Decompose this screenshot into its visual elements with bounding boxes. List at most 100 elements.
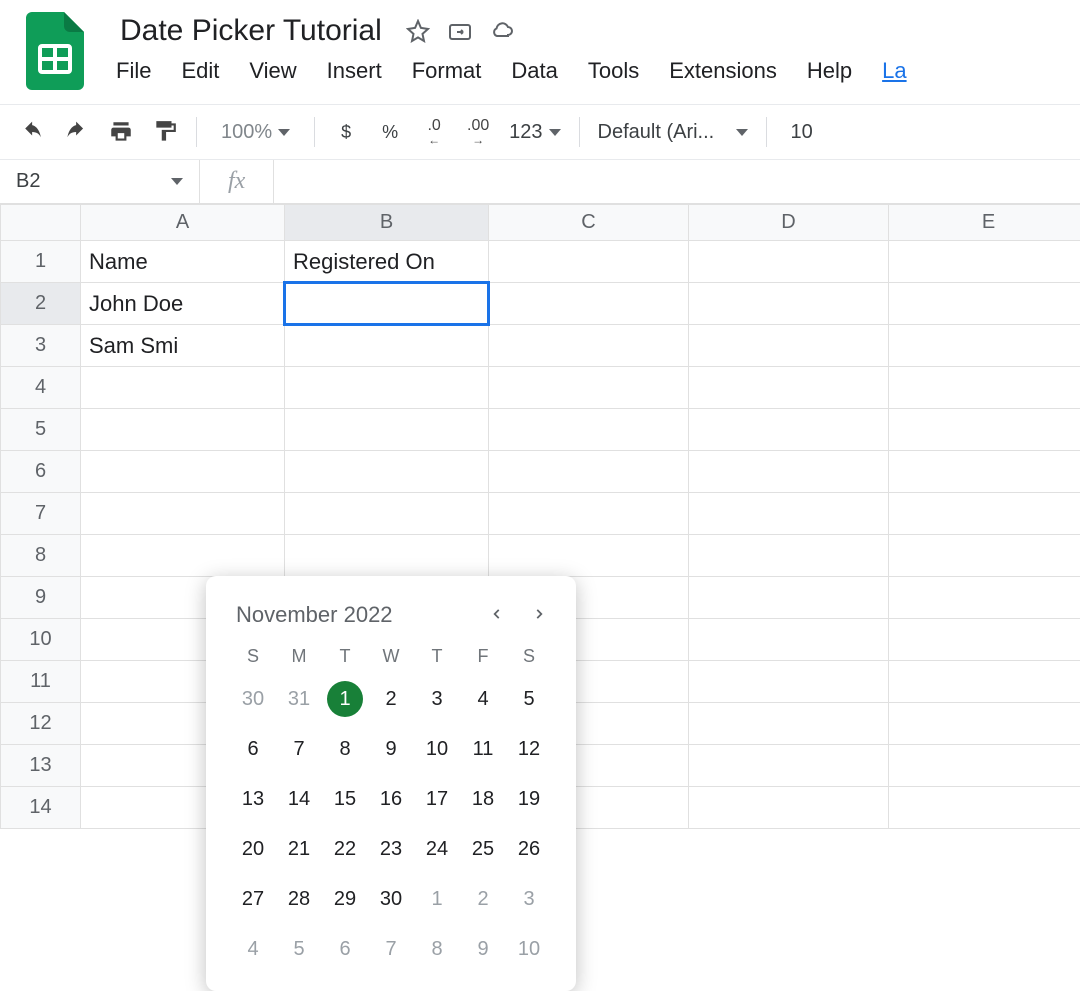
paint-format-icon[interactable] [152, 119, 178, 145]
row-header[interactable]: 9 [1, 577, 81, 619]
datepicker-day[interactable]: 18 [465, 781, 501, 817]
datepicker-day[interactable]: 21 [281, 831, 317, 867]
datepicker-day[interactable]: 17 [419, 781, 455, 817]
cell-D7[interactable] [689, 493, 889, 535]
datepicker-day[interactable]: 9 [373, 731, 409, 767]
cell-E5[interactable] [889, 409, 1080, 451]
cell-E1[interactable] [889, 241, 1080, 283]
cell-D9[interactable] [689, 577, 889, 619]
cell-D10[interactable] [689, 619, 889, 661]
menu-extensions[interactable]: Extensions [667, 56, 779, 86]
datepicker-day[interactable]: 24 [419, 831, 455, 867]
row-header[interactable]: 6 [1, 451, 81, 493]
col-header-A[interactable]: A [81, 205, 285, 241]
col-header-B[interactable]: B [285, 205, 489, 241]
row-header[interactable]: 5 [1, 409, 81, 451]
cell-E6[interactable] [889, 451, 1080, 493]
cell-D14[interactable] [689, 787, 889, 829]
datepicker-day[interactable]: 31 [281, 681, 317, 717]
row-header[interactable]: 14 [1, 787, 81, 829]
datepicker-day[interactable]: 6 [235, 731, 271, 767]
cell-B2[interactable] [285, 283, 489, 325]
datepicker-day[interactable]: 25 [465, 831, 501, 867]
cell-E8[interactable] [889, 535, 1080, 577]
cell-E3[interactable] [889, 325, 1080, 367]
datepicker-day[interactable]: 23 [373, 831, 409, 867]
zoom-dropdown[interactable]: 100% [215, 121, 296, 144]
print-icon[interactable] [108, 119, 134, 145]
datepicker-day[interactable]: 26 [511, 831, 547, 867]
cell-C2[interactable] [489, 283, 689, 325]
row-header[interactable]: 11 [1, 661, 81, 703]
cell-B8[interactable] [285, 535, 489, 577]
cell-C6[interactable] [489, 451, 689, 493]
cell-D13[interactable] [689, 745, 889, 787]
datepicker-day[interactable]: 30 [373, 881, 409, 917]
datepicker-day[interactable]: 10 [419, 731, 455, 767]
cell-A4[interactable] [81, 367, 285, 409]
cell-A5[interactable] [81, 409, 285, 451]
cell-A2[interactable]: John Doe [81, 283, 285, 325]
datepicker-day[interactable]: 20 [235, 831, 271, 867]
name-box[interactable]: B2 [0, 160, 200, 203]
datepicker-day[interactable]: 22 [327, 831, 363, 867]
datepicker-day[interactable]: 3 [511, 881, 547, 917]
datepicker-day[interactable]: 1 [419, 881, 455, 917]
cell-D1[interactable] [689, 241, 889, 283]
col-header-D[interactable]: D [689, 205, 889, 241]
cell-C5[interactable] [489, 409, 689, 451]
datepicker-day[interactable]: 10 [511, 931, 547, 967]
cell-D4[interactable] [689, 367, 889, 409]
datepicker-day[interactable]: 15 [327, 781, 363, 817]
undo-icon[interactable] [20, 119, 46, 145]
currency-button[interactable]: $ [333, 119, 359, 145]
sheets-logo-icon[interactable] [26, 12, 84, 90]
cell-E11[interactable] [889, 661, 1080, 703]
cell-E12[interactable] [889, 703, 1080, 745]
cell-D6[interactable] [689, 451, 889, 493]
cell-B3[interactable] [285, 325, 489, 367]
cell-E4[interactable] [889, 367, 1080, 409]
decrease-decimal-button[interactable]: .0← [421, 119, 447, 145]
font-dropdown[interactable]: Default (Ari... [598, 121, 748, 144]
cell-C8[interactable] [489, 535, 689, 577]
formula-input[interactable] [274, 160, 1080, 203]
cell-D11[interactable] [689, 661, 889, 703]
datepicker-day[interactable]: 29 [327, 881, 363, 917]
cell-A3[interactable]: Sam Smi [81, 325, 285, 367]
cell-E14[interactable] [889, 787, 1080, 829]
cell-D2[interactable] [689, 283, 889, 325]
row-header[interactable]: 13 [1, 745, 81, 787]
cell-B6[interactable] [285, 451, 489, 493]
row-header[interactable]: 2 [1, 283, 81, 325]
cell-A1[interactable]: Name [81, 241, 285, 283]
cell-A7[interactable] [81, 493, 285, 535]
menu-file[interactable]: File [114, 56, 153, 86]
datepicker-day[interactable]: 2 [465, 881, 501, 917]
move-folder-icon[interactable] [448, 19, 472, 43]
cell-C4[interactable] [489, 367, 689, 409]
menu-last-edit[interactable]: La [880, 56, 908, 86]
increase-decimal-button[interactable]: .00→ [465, 119, 491, 145]
datepicker-day[interactable]: 9 [465, 931, 501, 967]
cell-B4[interactable] [285, 367, 489, 409]
cell-A8[interactable] [81, 535, 285, 577]
cell-C3[interactable] [489, 325, 689, 367]
cell-E13[interactable] [889, 745, 1080, 787]
datepicker-month-button[interactable]: November 2022 [236, 602, 393, 628]
datepicker-day[interactable]: 6 [327, 931, 363, 967]
datepicker-day[interactable]: 8 [327, 731, 363, 767]
datepicker-day[interactable]: 14 [281, 781, 317, 817]
cell-B1[interactable]: Registered On [285, 241, 489, 283]
cell-D3[interactable] [689, 325, 889, 367]
font-size-input[interactable]: 10 [785, 121, 819, 144]
row-header[interactable]: 12 [1, 703, 81, 745]
datepicker-day[interactable]: 30 [235, 681, 271, 717]
cell-C7[interactable] [489, 493, 689, 535]
datepicker-day[interactable]: 2 [373, 681, 409, 717]
datepicker-day[interactable]: 5 [511, 681, 547, 717]
datepicker-day[interactable]: 3 [419, 681, 455, 717]
datepicker-day[interactable]: 4 [465, 681, 501, 717]
datepicker-day[interactable]: 27 [235, 881, 271, 917]
menu-edit[interactable]: Edit [179, 56, 221, 86]
